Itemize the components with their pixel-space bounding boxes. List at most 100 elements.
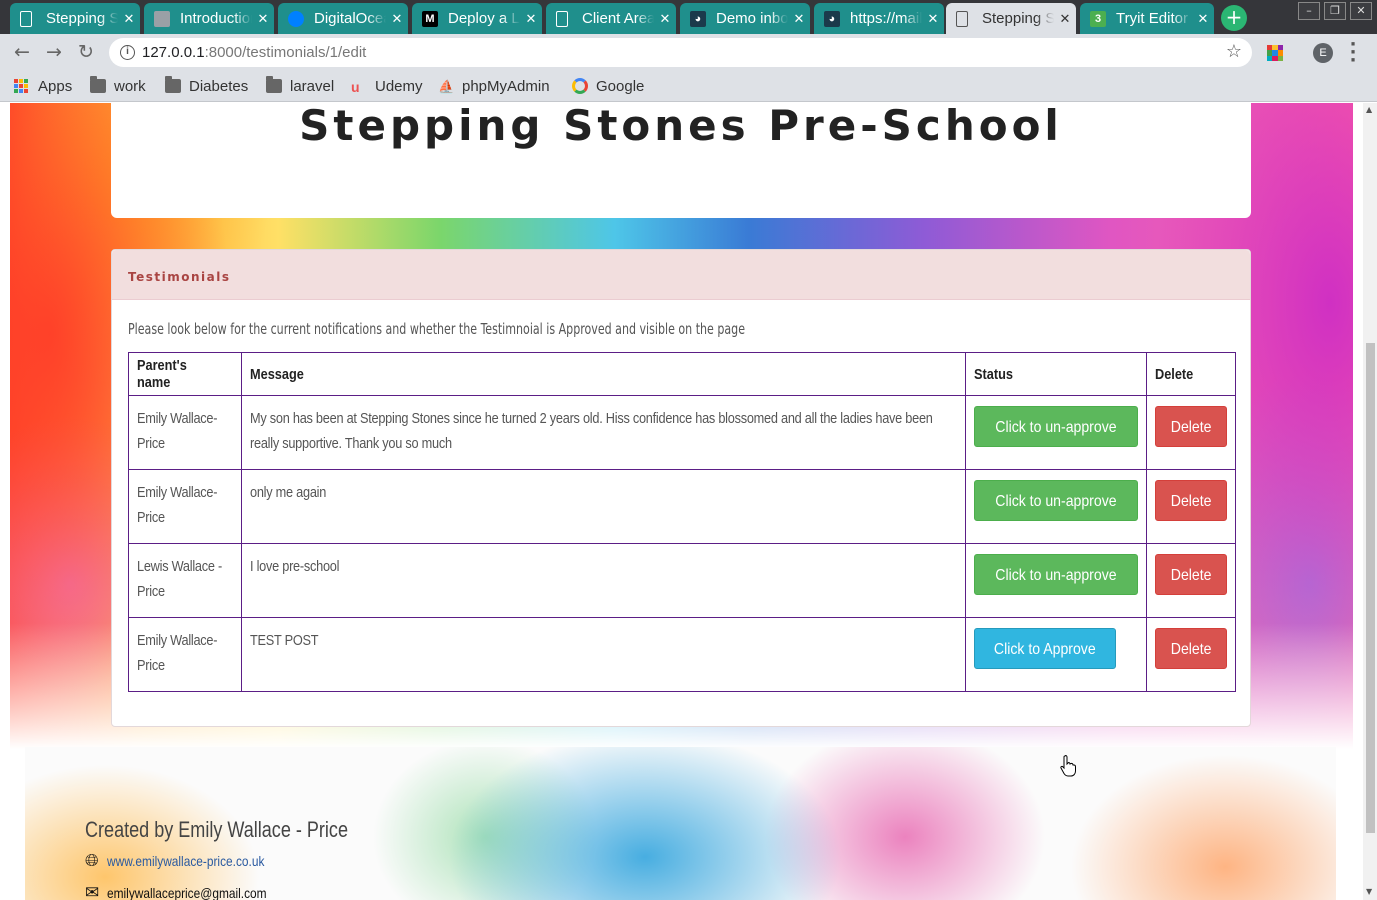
back-icon[interactable]: ← [10, 40, 34, 64]
browser-tab[interactable]: 3 Tryit Editor ✕ [1080, 3, 1214, 34]
column-header-status: Status [964, 352, 1147, 396]
restore-button[interactable]: ❐ [1324, 2, 1346, 20]
delete-cell: Delete [1145, 469, 1237, 544]
message-text: My son has been at Stepping Stones since… [249, 410, 933, 452]
message-text: I love pre-school [249, 558, 339, 575]
digitalocean-icon [288, 10, 304, 27]
extension-icon[interactable] [1267, 45, 1283, 61]
close-tab-icon[interactable]: ✕ [1054, 11, 1076, 27]
forward-icon[interactable]: → [42, 40, 66, 64]
scroll-thumb[interactable] [1366, 343, 1375, 833]
address-bar[interactable]: i 127.0.0.1:8000/testimonials/1/edit ☆ [109, 38, 1252, 67]
button-label: Delete [1170, 493, 1212, 510]
browser-tab[interactable]: ◕ https://mailtrap✕ [814, 3, 944, 34]
parent-name: Emily Wallace-Price [137, 410, 218, 452]
unapprove-button[interactable]: Click to un-approve [973, 406, 1138, 447]
website-link[interactable]: www.emilywallace-price.co.uk [107, 853, 264, 869]
panel-title: Testimonials [128, 270, 231, 284]
unapprove-button[interactable]: Click to un-approve [973, 480, 1138, 521]
bookmark-phpmyadmin[interactable]: ⛵ phpMyAdmin [438, 76, 550, 96]
close-window-button[interactable]: ✕ [1350, 2, 1372, 20]
mailtrap-icon: ◕ [824, 10, 840, 27]
column-header-parent: Parent's name [128, 352, 242, 396]
new-tab-button[interactable]: + [1221, 5, 1247, 31]
bookmark-diabetes[interactable]: Diabetes [165, 76, 248, 96]
button-label: Delete [1170, 419, 1212, 436]
page-viewport: Stepping Stones Pre-School Testimonials … [0, 103, 1363, 900]
bookmark-work[interactable]: work [90, 76, 146, 96]
scroll-down-icon[interactable]: ▼ [1366, 887, 1372, 896]
browser-tab[interactable]: DigitalOcean✕ [278, 3, 408, 34]
message-cell: I love pre-school [240, 543, 966, 618]
reload-icon[interactable]: ↻ [74, 40, 98, 64]
browser-tab[interactable]: Stepping Stones✕ [946, 3, 1076, 34]
delete-button[interactable]: Delete [1154, 480, 1227, 521]
bookmark-star-icon[interactable]: ☆ [1226, 41, 1242, 62]
status-cell: Click to un-approve [964, 543, 1147, 618]
delete-button[interactable]: Delete [1154, 554, 1227, 595]
profile-avatar[interactable]: E [1313, 43, 1333, 63]
close-tab-icon[interactable]: ✕ [1192, 11, 1214, 27]
url-host: 127.0.0.1 [142, 44, 205, 61]
close-tab-icon[interactable]: ✕ [654, 11, 676, 27]
close-tab-icon[interactable]: ✕ [788, 11, 810, 27]
parent-name-cell: Emily Wallace-Price [128, 395, 242, 470]
browser-tab[interactable]: Client Area ✕ [546, 3, 676, 34]
unapprove-button[interactable]: Click to un-approve [973, 554, 1138, 595]
close-tab-icon[interactable]: ✕ [520, 11, 542, 27]
column-header-message: Message [240, 352, 966, 396]
browser-menu-icon[interactable]: · · · [1346, 36, 1360, 70]
parent-name-cell: Emily Wallace-Price [128, 469, 242, 544]
bookmark-google[interactable]: Google [572, 76, 644, 96]
w3schools-icon: 3 [1090, 10, 1106, 27]
browser-tab[interactable]: ◕ Demo inbox✕ [680, 3, 810, 34]
status-cell: Click to Approve [964, 617, 1147, 692]
page-scrollbar[interactable]: ▲ ▼ [1363, 103, 1377, 900]
button-label: Click to un-approve [995, 567, 1117, 584]
delete-cell: Delete [1145, 543, 1237, 618]
column-header-label: Delete [1154, 365, 1194, 383]
close-tab-icon[interactable]: ✕ [118, 11, 140, 27]
approve-button[interactable]: Click to Approve [973, 628, 1116, 669]
tab-title: Deploy a Laravel [448, 10, 520, 27]
site-footer: Created by Emily Wallace - Price 🌐︎ www.… [25, 747, 1336, 900]
close-tab-icon[interactable]: ✕ [922, 11, 944, 27]
folder-icon [90, 76, 106, 93]
tab-title: Client Area [582, 10, 654, 27]
message-text: TEST POST [249, 632, 319, 649]
browser-tab[interactable]: M Deploy a Laravel✕ [412, 3, 542, 34]
bookmark-label: Apps [38, 77, 73, 95]
minimize-button[interactable]: – [1298, 2, 1320, 20]
browser-tab[interactable]: Introduction ✕ [144, 3, 274, 34]
bookmark-laravel[interactable]: laravel [266, 76, 334, 96]
close-tab-icon[interactable]: ✕ [252, 11, 274, 27]
button-label: Delete [1170, 641, 1212, 658]
browser-tab[interactable]: Stepping Stones✕ [10, 3, 140, 34]
bookmark-udemy[interactable]: u Udemy [351, 76, 423, 96]
footer-email-row: ✉ emilywallaceprice@gmail.com [85, 883, 295, 900]
scroll-up-icon[interactable]: ▲ [1366, 105, 1372, 114]
footer-website-row: 🌐︎ www.emilywallace-price.co.uk [85, 851, 292, 871]
table-row: Lewis Wallace - Price I love pre-school … [128, 543, 1237, 618]
google-icon [572, 78, 588, 94]
envelope-icon: ✉ [85, 883, 100, 900]
doc-icon [556, 10, 568, 27]
bookmark-apps[interactable]: Apps [14, 76, 72, 96]
column-header-label: Parent's name [137, 357, 187, 391]
phpmyadmin-icon: ⛵ [438, 79, 455, 94]
site-info-icon[interactable]: i [120, 45, 135, 60]
udemy-icon: u [351, 79, 360, 95]
email-text: emilywallaceprice@gmail.com [107, 885, 267, 900]
parent-name-cell: Lewis Wallace - Price [128, 543, 242, 618]
close-tab-icon[interactable]: ✕ [386, 11, 408, 27]
message-cell: My son has been at Stepping Stones since… [240, 395, 966, 470]
table-row: Emily Wallace-Price TEST POST Click to A… [128, 617, 1237, 692]
delete-button[interactable]: Delete [1154, 628, 1227, 669]
parent-name: Lewis Wallace - Price [137, 558, 222, 600]
message-cell: TEST POST [240, 617, 966, 692]
hand-cursor-icon [1060, 755, 1076, 777]
globe-icon: 🌐︎ [85, 851, 99, 870]
column-header-label: Message [249, 365, 304, 383]
url-path: :8000/testimonials/1/edit [204, 44, 367, 61]
delete-button[interactable]: Delete [1154, 406, 1227, 447]
